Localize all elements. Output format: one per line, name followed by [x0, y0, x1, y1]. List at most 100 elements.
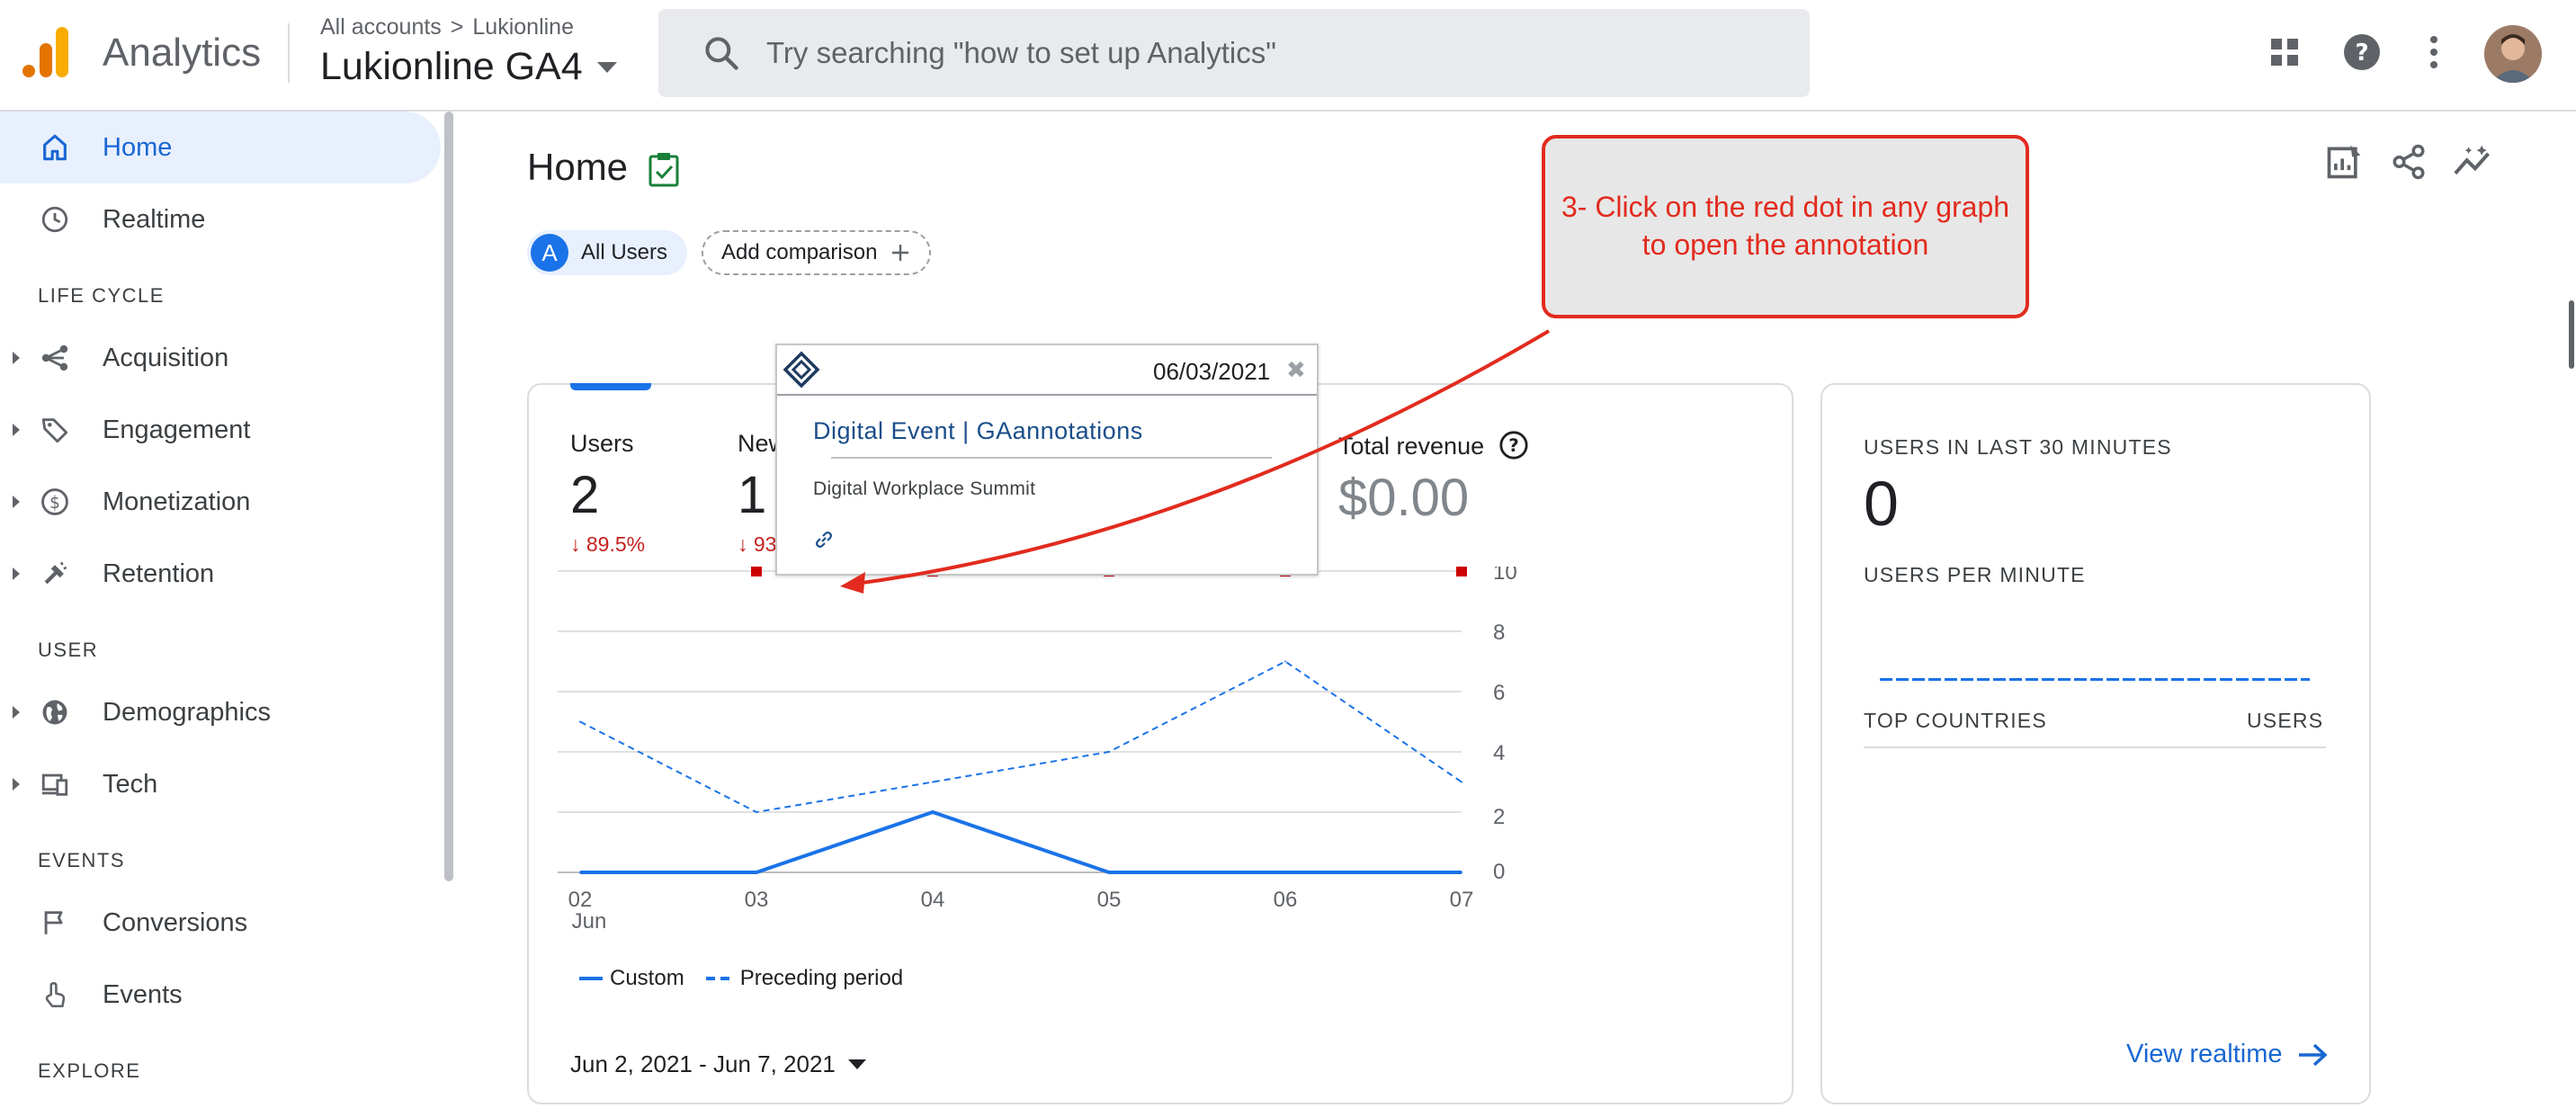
expand-arrow-icon[interactable]: [13, 706, 20, 719]
series-line-custom: [580, 809, 1462, 874]
annotation-title[interactable]: Digital Event | GAannotations: [813, 417, 1143, 445]
sidebar-item-label: Engagement: [103, 415, 251, 444]
share-icon[interactable]: [2385, 139, 2432, 185]
users-per-minute-sparkline: [1880, 678, 2310, 681]
sidebar-item-acquisition[interactable]: Acquisition: [0, 322, 441, 394]
insights-icon[interactable]: [2450, 139, 2497, 185]
search-bar[interactable]: [658, 9, 1810, 97]
sidebar-item-realtime[interactable]: Realtime: [0, 183, 441, 255]
sidebar-item-demographics[interactable]: Demographics: [0, 676, 441, 748]
verified-report-icon[interactable]: [648, 151, 680, 187]
y-tick-label: 10: [1493, 567, 1517, 585]
sidebar-item-tech[interactable]: Tech: [0, 748, 441, 820]
date-range-selector[interactable]: Jun 2, 2021 - Jun 7, 2021: [570, 1050, 866, 1078]
metric-label-text: Total revenue: [1338, 433, 1485, 460]
x-tick-label: 02: [568, 888, 593, 912]
x-tick-label: 03: [745, 888, 769, 912]
property-selector[interactable]: Lukionline GA4: [320, 45, 617, 89]
dropdown-arrow-icon: [847, 1059, 866, 1069]
breadcrumb-account[interactable]: All accounts: [320, 14, 442, 40]
gaannotations-logo-icon: [783, 351, 820, 389]
sidebar-item-conversions[interactable]: Conversions: [0, 887, 441, 959]
devices-icon: [36, 765, 74, 803]
annotation-marker-dot[interactable]: [1456, 567, 1467, 576]
data-point: [932, 811, 934, 813]
users-per-minute-label: USERS PER MINUTE: [1864, 563, 2086, 586]
metric-users[interactable]: Users 2 ↓ 89.5%: [570, 430, 645, 557]
flag-icon: [36, 904, 74, 942]
metric-label: Users: [570, 430, 634, 457]
apps-grid-icon[interactable]: [2261, 29, 2308, 76]
sidebar-item-label: Retention: [103, 558, 215, 588]
legend-swatch-solid: [579, 977, 603, 980]
dollar-icon: $: [36, 483, 74, 521]
data-point: [756, 811, 757, 813]
page-title: Home: [527, 146, 629, 188]
comparison-chip-all-users[interactable]: A All Users: [527, 230, 688, 275]
tutorial-callout: 3- Click on the red dot in any graph to …: [1542, 135, 2029, 318]
legend-item-custom[interactable]: Custom: [579, 966, 684, 991]
metric-value: $0.00: [1338, 469, 1470, 527]
comparison-label: All Users: [581, 240, 668, 264]
app-title: Analytics: [103, 31, 262, 75]
link-icon[interactable]: [813, 529, 835, 550]
expand-arrow-icon[interactable]: [13, 424, 20, 436]
view-realtime-link[interactable]: View realtime: [2126, 1040, 2328, 1069]
data-point: [1461, 871, 1462, 873]
sidebar-item-monetization[interactable]: $ Monetization: [0, 466, 441, 538]
data-point: [1108, 751, 1110, 753]
close-icon[interactable]: ✖: [1286, 356, 1306, 384]
x-tick-label: 07: [1450, 888, 1474, 912]
y-tick-label: 2: [1493, 805, 1505, 829]
sidebar-item-home[interactable]: Home: [0, 112, 441, 183]
tag-icon: [36, 411, 74, 449]
customize-report-icon[interactable]: [2321, 139, 2367, 185]
expand-arrow-icon[interactable]: [13, 778, 20, 791]
expand-arrow-icon[interactable]: [13, 352, 20, 364]
breadcrumb-property-parent[interactable]: Lukionline: [472, 14, 574, 40]
active-metric-indicator: [570, 383, 651, 390]
sidebar-item-events[interactable]: Events: [0, 959, 441, 1031]
help-icon[interactable]: ?: [2339, 29, 2385, 76]
callout-text: 3- Click on the red dot in any graph to …: [1561, 189, 2009, 264]
x-tick-label: 05: [1097, 888, 1122, 912]
realtime-card: [1820, 383, 2371, 1104]
sidebar-scrollbar[interactable]: [444, 112, 453, 881]
add-comparison-label: Add comparison: [721, 240, 878, 264]
expand-arrow-icon[interactable]: [13, 496, 20, 508]
svg-text:$: $: [49, 494, 60, 513]
user-avatar[interactable]: [2484, 25, 2542, 83]
annotation-description: Digital Workplace Summit: [813, 478, 1036, 499]
section-title-events: EVENTS: [38, 849, 126, 871]
add-comparison-button[interactable]: Add comparison: [702, 230, 932, 275]
data-point: [579, 720, 581, 723]
search-icon: [705, 37, 738, 70]
top-countries-header: TOP COUNTRIES: [1864, 709, 2047, 732]
annotation-header: 06/03/2021 ✖: [777, 345, 1317, 396]
expand-arrow-icon[interactable]: [13, 567, 20, 580]
metric-change: ↓ 89.5%: [570, 532, 646, 556]
annotation-marker-dot[interactable]: [751, 567, 762, 576]
svg-text:?: ?: [2355, 40, 2368, 67]
table-header-divider: [1864, 746, 2326, 748]
search-input[interactable]: [766, 36, 1756, 70]
legend-swatch-dashed: [705, 977, 733, 980]
help-outline-icon[interactable]: ?: [1498, 430, 1529, 460]
metric-total-revenue[interactable]: Total revenue ? $0.00: [1338, 430, 1529, 528]
x-tick-label: 06: [1274, 888, 1298, 912]
page-scroll-marker[interactable]: [2569, 300, 2574, 369]
y-tick-label: 6: [1493, 681, 1505, 705]
breadcrumb[interactable]: All accounts > Lukionline: [320, 14, 574, 40]
more-vert-icon[interactable]: [2411, 29, 2457, 76]
annotation-divider: [831, 457, 1272, 459]
y-tick-label: 4: [1493, 741, 1505, 765]
y-tick-label: 8: [1493, 621, 1505, 645]
users-line-chart: 024681002 03 04 05 06 07Jun: [558, 567, 1517, 934]
legend-item-preceding[interactable]: Preceding period: [705, 966, 903, 991]
sidebar-item-engagement[interactable]: Engagement: [0, 394, 441, 466]
analytics-logo[interactable]: [22, 25, 72, 79]
title-divider: [288, 23, 290, 83]
legend-label: Custom: [610, 966, 684, 990]
users-last-30-label: USERS IN LAST 30 MINUTES: [1864, 435, 2172, 459]
sidebar-item-retention[interactable]: Retention: [0, 538, 441, 610]
